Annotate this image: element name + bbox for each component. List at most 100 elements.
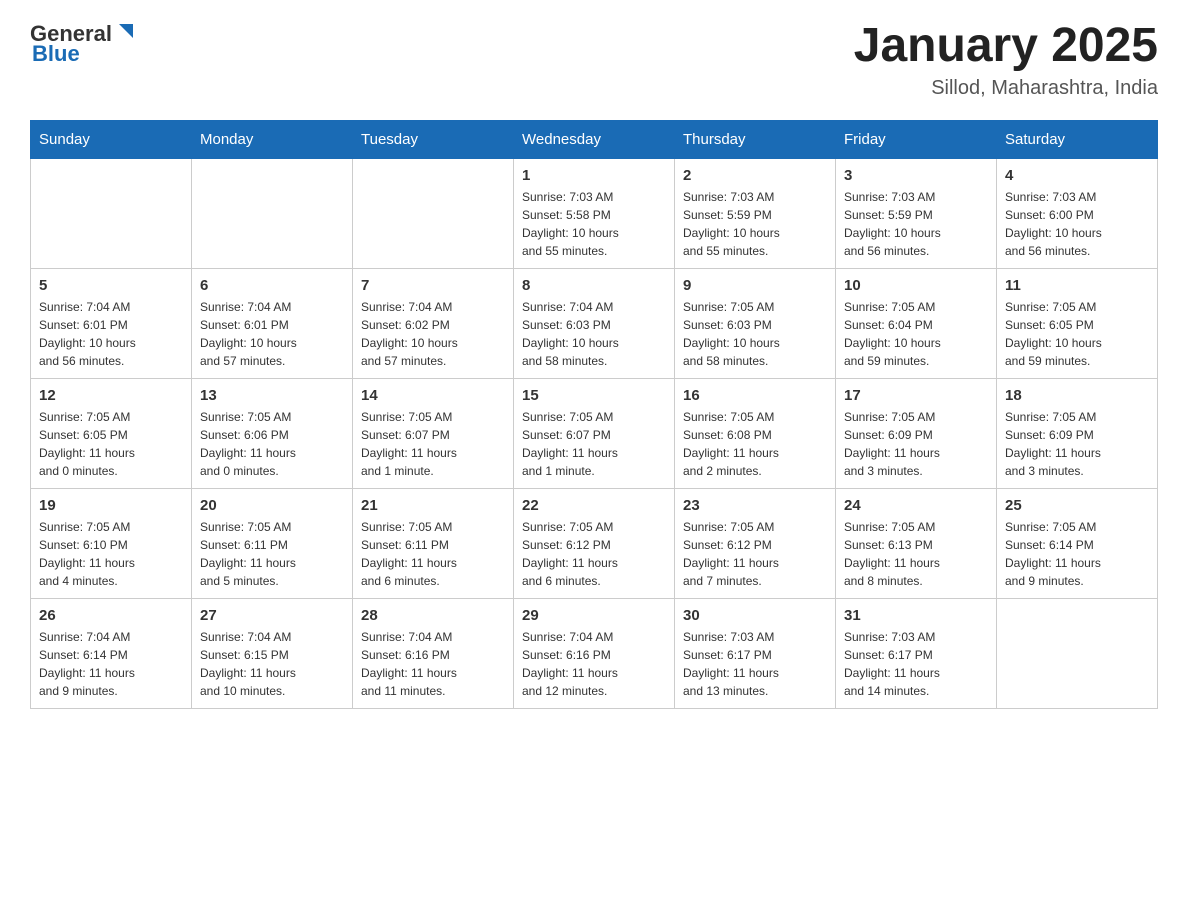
calendar-cell: 11Sunrise: 7:05 AM Sunset: 6:05 PM Dayli… xyxy=(997,268,1158,378)
page-header: General Blue January 2025 Sillod, Mahara… xyxy=(30,20,1158,100)
calendar-cell: 13 Sunrise: 7:05 AM Sunset: 6:06 PM Dayli… xyxy=(192,378,353,488)
day-number: 31 xyxy=(844,607,988,624)
day-number: 4 xyxy=(1005,167,1149,184)
calendar-cell: 8Sunrise: 7:04 AM Sunset: 6:03 PM Daylig… xyxy=(514,268,675,378)
title-section: January 2025 Sillod, Maharashtra, India xyxy=(854,20,1158,100)
calendar-table: Sunday Monday Tuesday Wednesday Thursday… xyxy=(30,120,1158,709)
month-title: January 2025 xyxy=(854,20,1158,73)
day-info: Sunrise: 7:05 AM Sunset: 6:03 PM Dayligh… xyxy=(683,298,827,370)
day-info: Sunrise: 7:05 AM Sunset: 6:07 PM Dayligh… xyxy=(361,408,505,480)
day-number: 21 xyxy=(361,497,505,514)
day-info: Sunrise: 7:03 AM Sunset: 5:58 PM Dayligh… xyxy=(522,188,666,260)
calendar-cell xyxy=(192,158,353,268)
day-info: Sunrise: 7:04 AM Sunset: 6:16 PM Dayligh… xyxy=(522,628,666,700)
calendar-cell: 4 Sunrise: 7:03 AM Sunset: 6:00 PM Daylig… xyxy=(997,158,1158,268)
week-row-5: 26 Sunrise: 7:04 AM Sunset: 6:14 PM Dayli… xyxy=(31,598,1158,708)
day-number: 22 xyxy=(522,497,666,514)
week-row-4: 19Sunrise: 7:05 AM Sunset: 6:10 PM Dayli… xyxy=(31,488,1158,598)
day-number: 15 xyxy=(522,387,666,404)
header-tuesday: Tuesday xyxy=(353,120,514,158)
calendar-cell xyxy=(997,598,1158,708)
day-info: Sunrise: 7:04 AM Sunset: 6:02 PM Dayligh… xyxy=(361,298,505,370)
day-number: 6 xyxy=(200,277,344,294)
calendar-cell: 30Sunrise: 7:03 AM Sunset: 6:17 PM Dayli… xyxy=(675,598,836,708)
calendar-cell: 24 Sunrise: 7:05 AM Sunset: 6:13 PM Dayli… xyxy=(836,488,997,598)
day-info: Sunrise: 7:04 AM Sunset: 6:01 PM Dayligh… xyxy=(39,298,183,370)
day-info: Sunrise: 7:03 AM Sunset: 5:59 PM Dayligh… xyxy=(844,188,988,260)
day-number: 3 xyxy=(844,167,988,184)
day-number: 16 xyxy=(683,387,827,404)
day-info: Sunrise: 7:04 AM Sunset: 6:14 PM Dayligh… xyxy=(39,628,183,700)
calendar-cell: 27 Sunrise: 7:04 AM Sunset: 6:15 PM Dayli… xyxy=(192,598,353,708)
calendar-cell: 16 Sunrise: 7:05 AM Sunset: 6:08 PM Dayli… xyxy=(675,378,836,488)
day-number: 12 xyxy=(39,387,183,404)
day-info: Sunrise: 7:05 AM Sunset: 6:09 PM Dayligh… xyxy=(844,408,988,480)
calendar-cell: 5 Sunrise: 7:04 AM Sunset: 6:01 PM Daylig… xyxy=(31,268,192,378)
weekday-header-row: Sunday Monday Tuesday Wednesday Thursday… xyxy=(31,120,1158,158)
day-number: 1 xyxy=(522,167,666,184)
day-number: 11 xyxy=(1005,277,1149,294)
calendar-cell: 9Sunrise: 7:05 AM Sunset: 6:03 PM Daylig… xyxy=(675,268,836,378)
calendar-cell xyxy=(31,158,192,268)
day-number: 10 xyxy=(844,277,988,294)
header-friday: Friday xyxy=(836,120,997,158)
logo-blue-text: Blue xyxy=(32,41,80,67)
day-number: 14 xyxy=(361,387,505,404)
day-info: Sunrise: 7:05 AM Sunset: 6:13 PM Dayligh… xyxy=(844,518,988,590)
day-number: 13 xyxy=(200,387,344,404)
calendar-cell: 12Sunrise: 7:05 AM Sunset: 6:05 PM Dayli… xyxy=(31,378,192,488)
day-number: 28 xyxy=(361,607,505,624)
day-number: 23 xyxy=(683,497,827,514)
day-info: Sunrise: 7:05 AM Sunset: 6:14 PM Dayligh… xyxy=(1005,518,1149,590)
day-info: Sunrise: 7:05 AM Sunset: 6:12 PM Dayligh… xyxy=(522,518,666,590)
day-number: 18 xyxy=(1005,387,1149,404)
logo: General Blue xyxy=(30,20,137,67)
day-number: 5 xyxy=(39,277,183,294)
header-monday: Monday xyxy=(192,120,353,158)
calendar-cell: 3 Sunrise: 7:03 AM Sunset: 5:59 PM Daylig… xyxy=(836,158,997,268)
day-info: Sunrise: 7:05 AM Sunset: 6:07 PM Dayligh… xyxy=(522,408,666,480)
day-number: 17 xyxy=(844,387,988,404)
day-number: 26 xyxy=(39,607,183,624)
calendar-cell: 6Sunrise: 7:04 AM Sunset: 6:01 PM Daylig… xyxy=(192,268,353,378)
header-sunday: Sunday xyxy=(31,120,192,158)
header-wednesday: Wednesday xyxy=(514,120,675,158)
day-number: 24 xyxy=(844,497,988,514)
day-number: 2 xyxy=(683,167,827,184)
calendar-cell: 19Sunrise: 7:05 AM Sunset: 6:10 PM Dayli… xyxy=(31,488,192,598)
calendar-cell: 2 Sunrise: 7:03 AM Sunset: 5:59 PM Daylig… xyxy=(675,158,836,268)
week-row-3: 12Sunrise: 7:05 AM Sunset: 6:05 PM Dayli… xyxy=(31,378,1158,488)
day-number: 25 xyxy=(1005,497,1149,514)
calendar-cell: 20 Sunrise: 7:05 AM Sunset: 6:11 PM Dayli… xyxy=(192,488,353,598)
location-label: Sillod, Maharashtra, India xyxy=(854,77,1158,100)
day-info: Sunrise: 7:03 AM Sunset: 6:00 PM Dayligh… xyxy=(1005,188,1149,260)
calendar-cell: 14 Sunrise: 7:05 AM Sunset: 6:07 PM Dayli… xyxy=(353,378,514,488)
calendar-cell: 29 Sunrise: 7:04 AM Sunset: 6:16 PM Dayli… xyxy=(514,598,675,708)
calendar-cell: 7 Sunrise: 7:04 AM Sunset: 6:02 PM Daylig… xyxy=(353,268,514,378)
day-info: Sunrise: 7:05 AM Sunset: 6:10 PM Dayligh… xyxy=(39,518,183,590)
calendar-cell: 21Sunrise: 7:05 AM Sunset: 6:11 PM Dayli… xyxy=(353,488,514,598)
day-info: Sunrise: 7:04 AM Sunset: 6:16 PM Dayligh… xyxy=(361,628,505,700)
header-thursday: Thursday xyxy=(675,120,836,158)
week-row-2: 5 Sunrise: 7:04 AM Sunset: 6:01 PM Daylig… xyxy=(31,268,1158,378)
day-number: 27 xyxy=(200,607,344,624)
day-info: Sunrise: 7:04 AM Sunset: 6:15 PM Dayligh… xyxy=(200,628,344,700)
day-number: 29 xyxy=(522,607,666,624)
day-number: 20 xyxy=(200,497,344,514)
calendar-cell: 31Sunrise: 7:03 AM Sunset: 6:17 PM Dayli… xyxy=(836,598,997,708)
day-info: Sunrise: 7:05 AM Sunset: 6:12 PM Dayligh… xyxy=(683,518,827,590)
calendar-cell: 22 Sunrise: 7:05 AM Sunset: 6:12 PM Dayli… xyxy=(514,488,675,598)
day-info: Sunrise: 7:05 AM Sunset: 6:09 PM Dayligh… xyxy=(1005,408,1149,480)
calendar-cell: 26 Sunrise: 7:04 AM Sunset: 6:14 PM Dayli… xyxy=(31,598,192,708)
calendar-cell: 1 Sunrise: 7:03 AM Sunset: 5:58 PM Daylig… xyxy=(514,158,675,268)
day-info: Sunrise: 7:05 AM Sunset: 6:08 PM Dayligh… xyxy=(683,408,827,480)
day-number: 7 xyxy=(361,277,505,294)
day-info: Sunrise: 7:05 AM Sunset: 6:11 PM Dayligh… xyxy=(200,518,344,590)
day-info: Sunrise: 7:05 AM Sunset: 6:06 PM Dayligh… xyxy=(200,408,344,480)
day-number: 30 xyxy=(683,607,827,624)
week-row-1: 1 Sunrise: 7:03 AM Sunset: 5:58 PM Daylig… xyxy=(31,158,1158,268)
day-info: Sunrise: 7:05 AM Sunset: 6:04 PM Dayligh… xyxy=(844,298,988,370)
calendar-cell: 28 Sunrise: 7:04 AM Sunset: 6:16 PM Dayli… xyxy=(353,598,514,708)
day-info: Sunrise: 7:03 AM Sunset: 5:59 PM Dayligh… xyxy=(683,188,827,260)
calendar-cell: 17 Sunrise: 7:05 AM Sunset: 6:09 PM Dayli… xyxy=(836,378,997,488)
